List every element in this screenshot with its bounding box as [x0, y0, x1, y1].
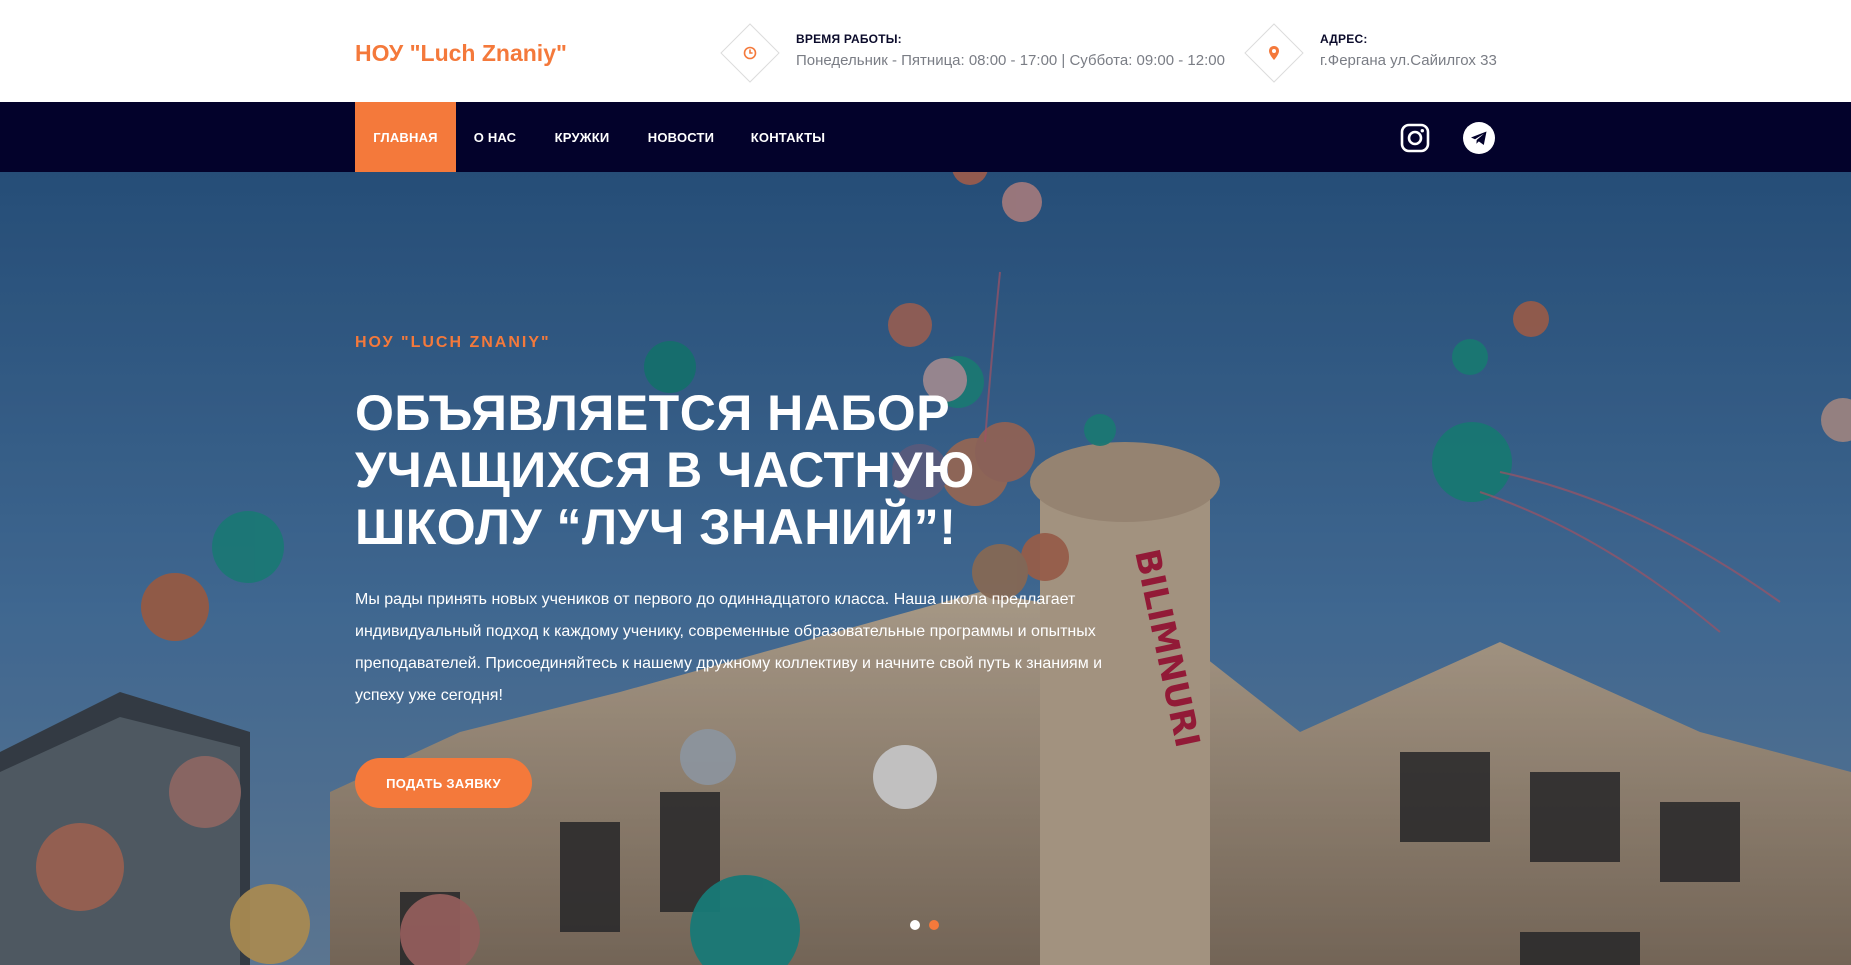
nav-item-contacts[interactable]: КОНТАКТЫ — [732, 102, 844, 172]
telegram-icon[interactable] — [1462, 121, 1496, 155]
hero-overlay — [0, 172, 1851, 965]
map-pin-icon — [1243, 22, 1305, 84]
clock-icon — [719, 22, 781, 84]
top-bar: НОУ "Luch Znaniy" ВРЕМЯ РАБОТЫ: Понедель… — [0, 0, 1851, 102]
slider-pagination — [910, 920, 939, 930]
slider-dot-2[interactable] — [929, 920, 939, 930]
hero-title: ОБЪЯВЛЯЕТСЯ НАБОР УЧАЩИХСЯ В ЧАСТНУЮ ШКО… — [355, 385, 975, 555]
working-hours-title: ВРЕМЯ РАБОТЫ: — [796, 32, 902, 46]
main-navigation: ГЛАВНАЯ О НАС КРУЖКИ НОВОСТИ КОНТАКТЫ — [0, 102, 1851, 172]
hero-slider: BILIMNURI НОУ "LUCH ZNANIY" ОБЪЯВЛЯЕТСЯ … — [0, 172, 1851, 965]
hero-eyebrow: НОУ "LUCH ZNANIY" — [355, 334, 551, 351]
nav-item-clubs[interactable]: КРУЖКИ — [534, 102, 630, 172]
slider-dot-1[interactable] — [910, 920, 920, 930]
address-text: АДРЕС: г.Фергана ул.Сайилгох 33 — [1320, 32, 1497, 69]
nav-item-news[interactable]: НОВОСТИ — [630, 102, 732, 172]
site-brand[interactable]: НОУ "Luch Znaniy" — [355, 40, 567, 67]
apply-button[interactable]: ПОДАТЬ ЗАЯВКУ — [355, 758, 532, 808]
nav-item-home[interactable]: ГЛАВНАЯ — [355, 102, 456, 172]
working-hours-text: ВРЕМЯ РАБОТЫ: Понедельник - Пятница: 08:… — [796, 32, 1225, 69]
address-title: АДРЕС: — [1320, 32, 1368, 46]
hero-description: Мы рады принять новых учеников от первог… — [355, 591, 1103, 704]
address-value: г.Фергана ул.Сайилгох 33 — [1320, 52, 1497, 69]
working-hours-value: Понедельник - Пятница: 08:00 - 17:00 | С… — [796, 52, 1225, 69]
nav-item-about[interactable]: О НАС — [456, 102, 534, 172]
instagram-icon[interactable] — [1398, 121, 1432, 155]
